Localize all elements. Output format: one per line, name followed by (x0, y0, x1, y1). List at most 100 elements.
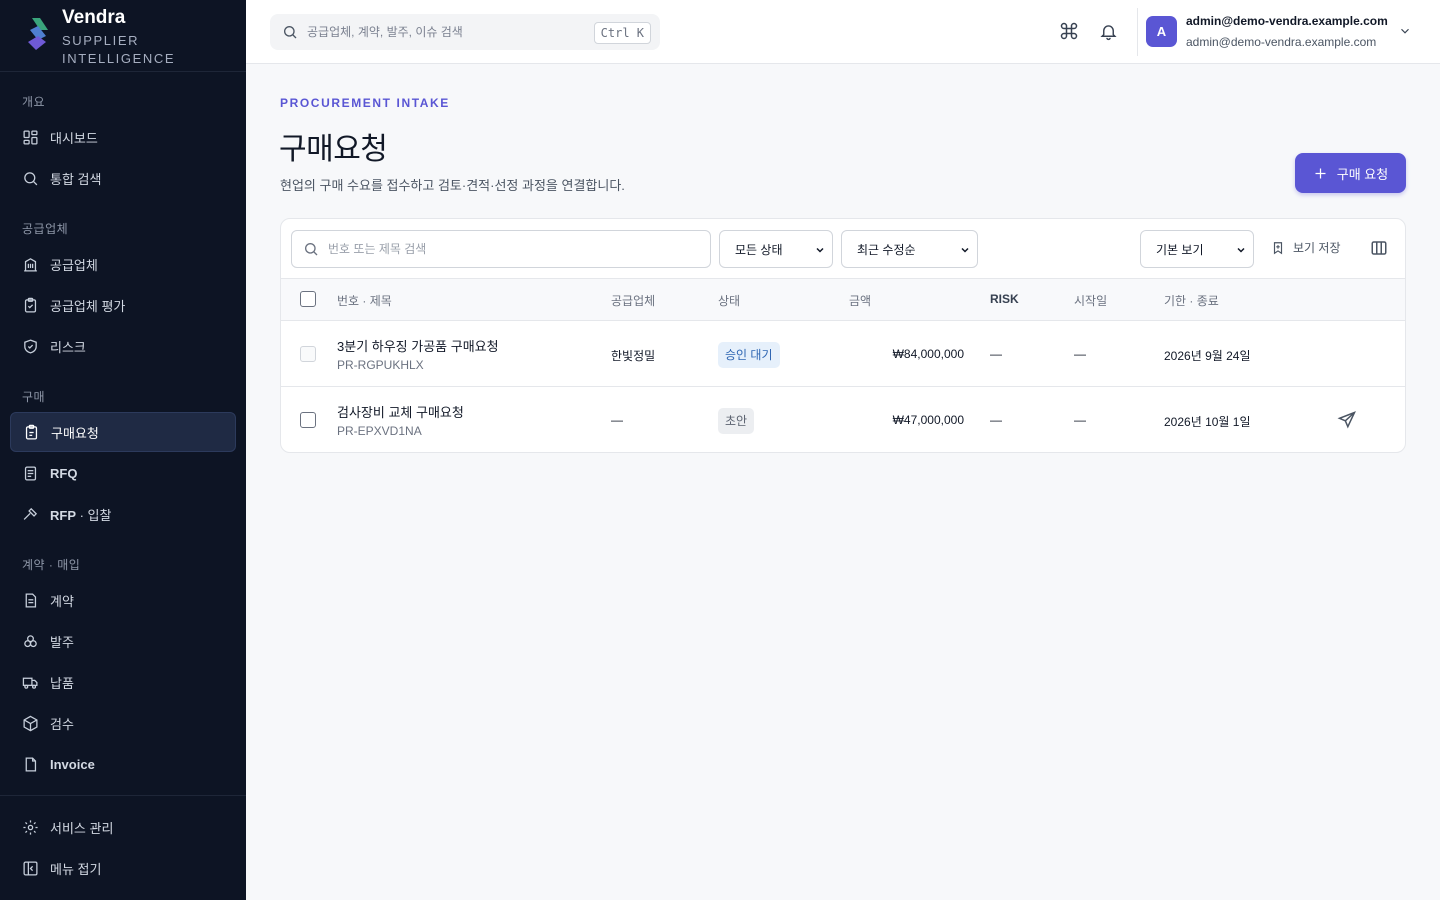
row-amount: ₩47,000,000 (892, 413, 964, 427)
row-title[interactable]: 3분기 하우징 가공품 구매요청 (337, 336, 499, 355)
truck-icon (22, 677, 38, 689)
sidebar-item-deliveries[interactable]: 납품 (10, 662, 236, 702)
status-filter-value: 모든 상태 (735, 242, 783, 257)
row-due-date: 2026년 9월 24일 (1164, 349, 1251, 363)
status-badge: 승인 대기 (718, 342, 780, 368)
brand-tagline: SUPPLIER INTELLIGENCE (62, 33, 176, 66)
status-filter-select[interactable]: 모든 상태 (719, 230, 833, 268)
row-checkbox[interactable] (300, 412, 316, 428)
row-title[interactable]: 검사장비 교체 구매요청 (337, 402, 464, 421)
list-search[interactable] (291, 230, 711, 268)
table-row[interactable]: 검사장비 교체 구매요청 PR-EPXVD1NA — 초안 ₩47,000,00… (281, 387, 1405, 452)
sidebar-item-inspection[interactable]: 검수 (10, 703, 236, 743)
sidebar-item-label-prefix: RFP (50, 507, 76, 523)
row-supplier: 한빛정밀 (611, 349, 656, 363)
row-amount: ₩84,000,000 (892, 347, 964, 361)
list-search-input[interactable] (328, 242, 688, 256)
sidebar-item-invoice[interactable]: Invoice (10, 744, 236, 784)
section-title-contracts: 계약 · 매입 (22, 558, 81, 572)
clipboard-check-icon (24, 297, 37, 313)
search-icon (284, 26, 297, 39)
sidebar-item-service-admin[interactable]: 서비스 관리 (10, 807, 236, 847)
sidebar-item-label: 메뉴 접기 (50, 861, 102, 877)
section-title-suppliers: 공급업체 (22, 222, 69, 236)
column-header-amount[interactable]: 금액 (849, 292, 871, 309)
save-view-label: 보기 저장 (1293, 241, 1341, 255)
sidebar-collapse-button[interactable]: 메뉴 접기 (10, 848, 236, 888)
new-purchase-request-button[interactable]: 구매 요청 (1295, 153, 1406, 193)
column-header-risk[interactable]: RISK (990, 292, 1019, 306)
boxes-icon (24, 634, 37, 647)
sidebar-item-label: 대시보드 (50, 130, 98, 146)
plus-icon (1315, 168, 1326, 178)
notifications-button[interactable] (1097, 20, 1119, 42)
column-header-due[interactable]: 기한 · 종료 (1164, 292, 1219, 309)
sidebar-item-label: 통합 검색 (50, 171, 102, 187)
topbar: Ctrl K A admin@demo-vendra.example.com a… (246, 0, 1440, 64)
chevron-down-icon (961, 247, 969, 253)
gavel-icon (23, 507, 38, 520)
save-view-button[interactable]: 보기 저장 (1271, 239, 1341, 256)
sidebar-item-purchase-orders[interactable]: 발주 (10, 621, 236, 661)
sidebar-item-label: RFP · 입찰 (50, 505, 111, 524)
chevron-down-icon[interactable] (1398, 24, 1412, 38)
row-due-date: 2026년 10월 1일 (1164, 415, 1251, 429)
sidebar-item-risk[interactable]: 리스크 (10, 326, 236, 366)
table-header: 번호 · 제목 공급업체 상태 금액 RISK 시작일 기한 · 종료 (281, 278, 1405, 321)
row-checkbox[interactable] (300, 346, 316, 362)
command-palette-button[interactable] (1058, 20, 1080, 42)
columns-icon[interactable] (1370, 239, 1388, 257)
global-search-input[interactable] (307, 25, 587, 39)
row-risk: — (990, 347, 1002, 361)
avatar[interactable]: A (1146, 16, 1177, 47)
table-row[interactable]: 3분기 하우징 가공품 구매요청 PR-RGPUKHLX 한빛정밀 승인 대기 … (281, 321, 1405, 387)
column-header-start-date[interactable]: 시작일 (1074, 292, 1107, 309)
gear-icon (23, 819, 38, 835)
section-title-overview: 개요 (22, 95, 46, 109)
sidebar-item-search[interactable]: 통합 검색 (10, 158, 236, 198)
send-icon[interactable] (1337, 410, 1357, 430)
sidebar-item-supplier-evaluation[interactable]: 공급업체 평가 (10, 285, 236, 325)
user-name[interactable]: admin@demo-vendra.example.com (1186, 14, 1388, 28)
column-header-number-title[interactable]: 번호 · 제목 (337, 292, 392, 309)
sidebar-item-label: RFQ (50, 465, 78, 481)
select-all-checkbox[interactable] (300, 291, 316, 307)
search-shortcut-hint: Ctrl K (593, 22, 651, 44)
sidebar-item-label: 리스크 (50, 339, 86, 355)
column-header-supplier[interactable]: 공급업체 (611, 292, 655, 309)
sidebar-item-contracts[interactable]: 계약 (10, 580, 236, 620)
row-id: PR-RGPUKHLX (337, 358, 424, 372)
column-header-status[interactable]: 상태 (718, 292, 740, 309)
new-purchase-request-label: 구매 요청 (1336, 166, 1389, 182)
row-start-date: — (1074, 347, 1086, 361)
sidebar-item-rfq[interactable]: RFQ (10, 453, 236, 493)
sidebar-item-purchase-requests[interactable]: 구매요청 (10, 412, 236, 452)
dashboard-icon (23, 129, 38, 145)
sidebar-item-rfp[interactable]: RFP · 입찰 (10, 494, 236, 534)
section-title-purchase: 구매 (22, 390, 46, 404)
sidebar-item-label: Invoice (50, 756, 95, 772)
sidebar-item-label: 납품 (50, 675, 74, 691)
page-description: 현업의 구매 수요를 접수하고 검토·견적·선정 과정을 연결합니다. (280, 178, 625, 193)
brand: Vendra SUPPLIER INTELLIGENCE (0, 0, 246, 72)
search-icon (305, 243, 318, 256)
sort-select[interactable]: 최근 수정순 (841, 230, 978, 268)
sidebar-item-label: 공급업체 (50, 257, 98, 273)
sidebar-divider (0, 795, 246, 796)
sidebar-item-dashboard[interactable]: 대시보드 (10, 117, 236, 157)
contract-icon (25, 592, 37, 608)
bell-icon (1099, 24, 1117, 40)
user-email: admin@demo-vendra.example.com (1186, 35, 1377, 49)
sidebar-item-suppliers[interactable]: 공급업체 (10, 244, 236, 284)
chevron-down-icon (816, 247, 824, 253)
page-title: 구매요청 (279, 133, 388, 166)
search-icon (24, 171, 38, 185)
sidebar-item-label: 구매요청 (51, 425, 99, 441)
collapse-icon (23, 860, 38, 876)
sidebar-item-label-suffix: · 입찰 (76, 507, 112, 523)
view-select[interactable]: 기본 보기 (1140, 230, 1254, 268)
global-search[interactable]: Ctrl K (270, 14, 660, 50)
row-start-date: — (1074, 413, 1086, 427)
chevron-down-icon (1237, 247, 1245, 253)
purchase-requests-card: 모든 상태 최근 수정순 기본 보기 보기 저장 번호 · 제목 공급업체 상태… (280, 218, 1406, 453)
